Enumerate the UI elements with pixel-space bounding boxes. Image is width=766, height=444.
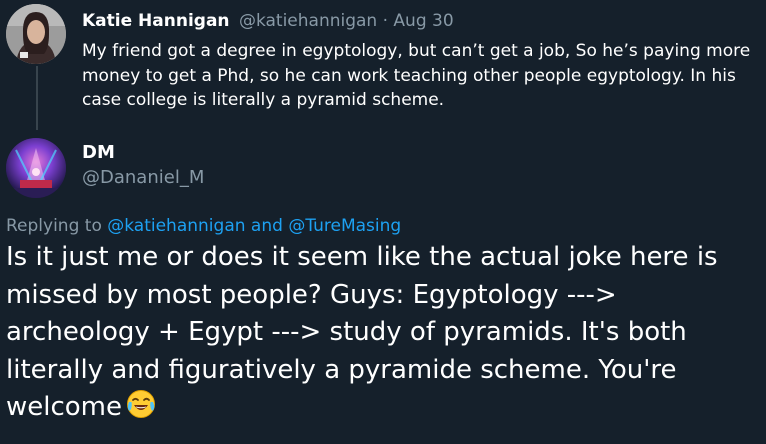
parent-tweet-date[interactable]: Aug 30 (393, 11, 453, 31)
dm-avatar[interactable] (6, 138, 66, 198)
katie-avatar[interactable] (6, 4, 66, 64)
replying-user-link-1[interactable]: @katiehannigan (107, 216, 245, 236)
reply-author-name[interactable]: DM (82, 142, 115, 164)
reply-tweet-body: Is it just me or does it seem like the a… (6, 239, 764, 431)
reply-tweet-text: Is it just me or does it seem like the a… (6, 242, 718, 422)
parent-author-handle[interactable]: @katiehannigan (239, 11, 377, 31)
replying-prefix: Replying to (6, 216, 102, 236)
reply-author-handle[interactable]: @Dananiel_M (82, 167, 204, 189)
thread-connector-line (36, 66, 38, 130)
replying-to-line: Replying to @katiehannigan and @TureMasi… (6, 215, 401, 237)
replying-user-link-2[interactable]: @TureMasing (288, 216, 401, 236)
face-with-tears-of-joy-icon (126, 389, 156, 431)
parent-tweet-header: Katie Hannigan @katiehannigan · Aug 30 (82, 10, 454, 32)
replying-and-text: and (250, 216, 283, 236)
parent-tweet-text: My friend got a degree in egyptology, bu… (82, 41, 751, 110)
parent-separator: · (382, 11, 389, 31)
parent-author-name[interactable]: Katie Hannigan (82, 11, 230, 31)
